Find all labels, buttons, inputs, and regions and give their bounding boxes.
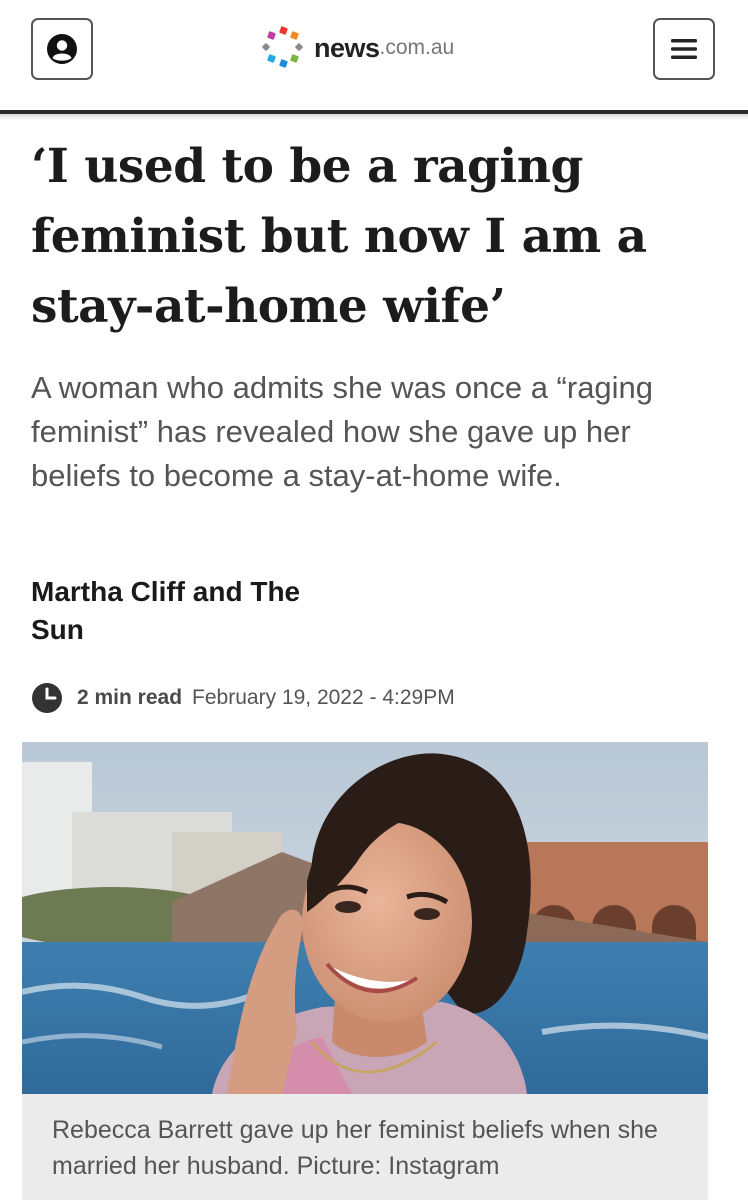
article-meta: 2 min read February 19, 2022 - 4:29PM <box>31 681 455 715</box>
publish-date: February 19, 2022 - 4:29PM <box>192 686 455 709</box>
clock-icon <box>32 683 62 713</box>
site-logo[interactable]: news .com.au <box>260 24 454 72</box>
account-circle-icon <box>47 34 77 64</box>
logo-domain: .com.au <box>379 36 455 59</box>
article-headline: ‘I used to be a raging feminist but now … <box>31 139 647 334</box>
byline-line: Sun <box>31 614 84 645</box>
header-shadow <box>0 114 748 120</box>
account-button[interactable] <box>31 18 93 80</box>
article-hero-image <box>22 742 708 1094</box>
byline-line: Martha Cliff and The <box>31 576 301 607</box>
read-time: 2 min read <box>77 686 183 709</box>
site-header: news .com.au <box>0 0 748 112</box>
article-byline[interactable]: Martha Cliff and The Sun <box>31 573 361 649</box>
hero-photo <box>22 742 708 1094</box>
hamburger-menu-icon <box>671 39 697 59</box>
image-caption: Rebecca Barrett gave up her feminist bel… <box>22 1094 708 1200</box>
logo-dots-icon <box>262 26 303 68</box>
logo-wordmark: news <box>314 32 380 63</box>
menu-button[interactable] <box>653 18 715 80</box>
article-standfirst: A woman who admits she was once a “ragin… <box>31 370 654 493</box>
